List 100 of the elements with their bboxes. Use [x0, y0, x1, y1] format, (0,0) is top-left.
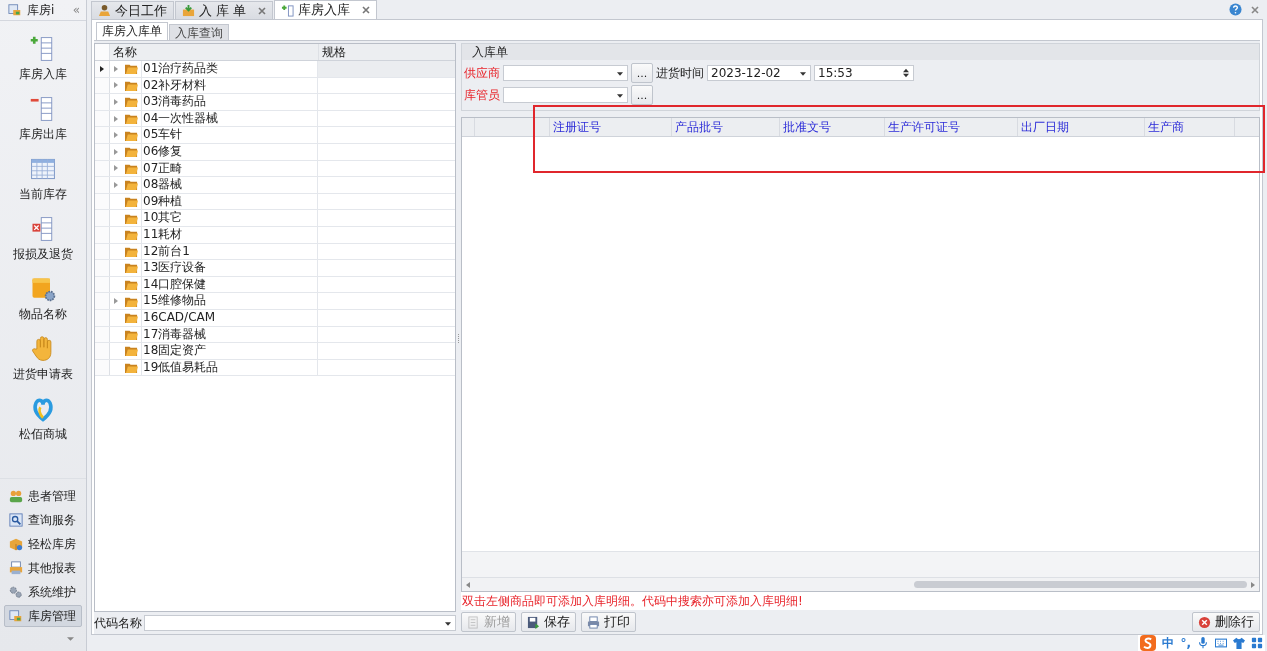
expand-icon[interactable] [114, 132, 118, 139]
column-header[interactable]: 出厂日期 [1018, 118, 1145, 136]
sidebar-item[interactable]: 松佰商城 [0, 389, 86, 449]
horizontal-scrollbar[interactable] [462, 577, 1259, 591]
tree-row[interactable]: 12前台1 [95, 243, 455, 261]
browse-button[interactable]: ... [631, 63, 653, 83]
help-icon[interactable] [1229, 3, 1242, 16]
tree-row[interactable]: 01治疗药品类 [95, 61, 455, 78]
tree-item[interactable]: 12前台1 [141, 243, 318, 260]
tree-item[interactable]: 11耗材 [141, 226, 318, 243]
ime-logo-icon[interactable] [1140, 635, 1157, 651]
expand-icon[interactable] [114, 65, 118, 72]
expand-icon[interactable] [114, 115, 118, 122]
tree-row[interactable]: 13医疗设备 [95, 260, 455, 277]
tree-item[interactable]: 08器械 [141, 177, 318, 193]
expand-icon[interactable] [114, 82, 118, 89]
nav-item[interactable]: 轻松库房 [4, 533, 82, 555]
keyboard-icon[interactable] [1215, 637, 1227, 649]
column-header[interactable]: 注册证号 [550, 118, 672, 136]
sidebar-item[interactable]: 库房入库 [0, 29, 86, 89]
column-header[interactable]: 批准文号 [780, 118, 885, 136]
nav-item[interactable]: 查询服务 [4, 509, 82, 531]
expand-icon[interactable] [114, 148, 118, 155]
tree-item[interactable]: 04一次性器械 [141, 110, 318, 127]
time-spinner[interactable]: 15:53 [814, 65, 914, 81]
toolbar-button[interactable]: 保存 [521, 612, 576, 632]
tree-row[interactable]: 08器械 [95, 177, 455, 194]
tree-item[interactable]: 16CAD/CAM [141, 309, 318, 326]
tree-item[interactable]: 07正畸 [141, 160, 318, 177]
column-header[interactable]: 名称 [110, 44, 319, 60]
shirt-icon[interactable] [1233, 637, 1245, 649]
tree-item[interactable]: 02补牙材料 [141, 77, 318, 94]
tree-row[interactable]: 10其它 [95, 210, 455, 227]
punctuation-button[interactable]: °, [1180, 636, 1191, 650]
tree-item[interactable]: 18固定资产 [141, 343, 318, 359]
sidebar-item[interactable]: 报损及退货 [0, 209, 86, 269]
tree-row[interactable]: 04一次性器械 [95, 110, 455, 128]
tree-item[interactable]: 09种植 [141, 193, 318, 210]
column-header[interactable]: 产品批号 [672, 118, 780, 136]
expand-icon[interactable] [114, 298, 118, 305]
tree-item[interactable]: 15维修物品 [141, 293, 318, 309]
printer-icon [9, 561, 23, 575]
column-header[interactable]: 生产商 [1145, 118, 1235, 136]
tree-row[interactable]: 19低值易耗品 [95, 359, 455, 377]
tree-row[interactable]: 17消毒器械 [95, 326, 455, 344]
tree-item[interactable]: 03消毒药品 [141, 94, 318, 110]
column-header[interactable]: 生产许可证号 [885, 118, 1018, 136]
nav-item[interactable]: 患者管理 [4, 485, 82, 507]
splitter-grip-icon[interactable] [457, 333, 460, 344]
microphone-icon[interactable] [1197, 637, 1209, 649]
close-icon[interactable] [1251, 5, 1259, 14]
column-header[interactable]: 规格 [319, 44, 455, 60]
tree-row[interactable]: 09种植 [95, 193, 455, 211]
tree-row[interactable]: 06修复 [95, 143, 455, 161]
nav-item[interactable]: 库房管理 [4, 605, 82, 627]
supplier-combo[interactable] [503, 65, 628, 81]
sidebar-item[interactable]: 物品名称 [0, 269, 86, 329]
tree-item[interactable]: 10其它 [141, 210, 318, 226]
tree-item[interactable]: 19低值易耗品 [141, 359, 318, 376]
scrollbar-thumb[interactable] [914, 581, 1247, 588]
tab[interactable]: 今日工作 [91, 1, 174, 19]
close-icon[interactable] [258, 6, 267, 15]
tree-row[interactable]: 18固定资产 [95, 343, 455, 360]
dropdown-arrow-icon[interactable] [67, 637, 74, 641]
scroll-right-icon[interactable] [1251, 581, 1255, 588]
tab[interactable]: 入 库 单 [175, 1, 274, 19]
tree-row[interactable]: 03消毒药品 [95, 94, 455, 111]
tree-item[interactable]: 05车针 [141, 127, 318, 143]
expand-icon[interactable] [114, 99, 118, 105]
keeper-combo[interactable] [503, 87, 628, 103]
tree-item[interactable]: 17消毒器械 [141, 326, 318, 343]
close-icon[interactable] [362, 6, 371, 14]
nav-item[interactable]: 其他报表 [4, 557, 82, 579]
tree-row[interactable]: 16CAD/CAM [95, 309, 455, 327]
grid-menu-icon[interactable] [1251, 637, 1263, 649]
delete-row-button[interactable]: 删除行 [1192, 612, 1260, 632]
code-name-combo[interactable] [144, 615, 456, 631]
tree-row[interactable]: 14口腔保健 [95, 276, 455, 294]
scroll-left-icon[interactable] [466, 581, 470, 588]
tree-row[interactable]: 05车针 [95, 127, 455, 144]
tab[interactable]: 库房入库单 [96, 22, 168, 40]
date-picker[interactable]: 2023-12-02 [707, 65, 811, 81]
expand-icon[interactable] [114, 165, 118, 172]
tree-row[interactable]: 11耗材 [95, 226, 455, 244]
tree-item[interactable]: 13医疗设备 [141, 260, 318, 276]
toolbar-button[interactable]: 打印 [581, 612, 636, 632]
tree-item[interactable]: 14口腔保健 [141, 276, 318, 293]
tree-row[interactable]: 15维修物品 [95, 293, 455, 310]
browse-button[interactable]: ... [631, 85, 653, 105]
tab[interactable]: 库房入库 [274, 0, 378, 19]
sidebar-item[interactable]: 库房出库 [0, 89, 86, 149]
tree-row[interactable]: 07正畸 [95, 160, 455, 178]
tree-row[interactable]: 02补牙材料 [95, 77, 455, 95]
tree-item[interactable]: 06修复 [141, 143, 318, 160]
input-mode-button[interactable]: 中 [1162, 634, 1175, 651]
tab[interactable]: 入库查询 [169, 24, 229, 40]
sidebar-item[interactable]: 进货申请表 [0, 329, 86, 389]
expand-icon[interactable] [114, 181, 118, 188]
nav-item[interactable]: 系统维护 [4, 581, 82, 603]
sidebar-item[interactable]: 当前库存 [0, 149, 86, 209]
